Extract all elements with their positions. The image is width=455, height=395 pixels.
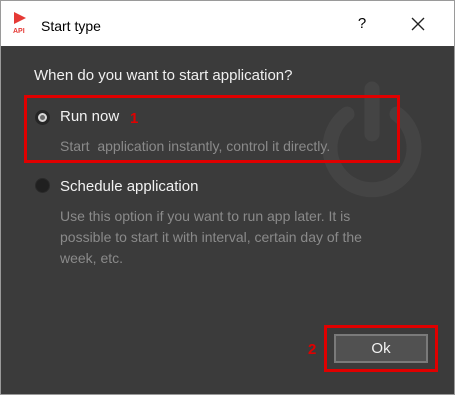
close-icon	[411, 17, 425, 31]
close-button[interactable]	[399, 8, 437, 40]
question-label: When do you want to start application?	[34, 67, 293, 84]
help-button[interactable]: ?	[345, 8, 379, 40]
window-title: Start type	[41, 18, 101, 34]
schedule-description-line-1: Use this option if you want to run app l…	[60, 208, 351, 224]
schedule-label[interactable]: Schedule application	[60, 178, 198, 195]
schedule-radio[interactable]	[35, 178, 50, 193]
schedule-description-line-2: possible to start it with interval, cert…	[60, 229, 362, 245]
highlight-box-2	[324, 325, 438, 372]
annotation-number-1: 1	[130, 110, 139, 127]
api-app-icon: API	[13, 12, 26, 35]
title-bar: API Start type ?	[1, 1, 454, 46]
svg-text:API: API	[13, 28, 25, 35]
schedule-description-line-3: week, etc.	[60, 250, 124, 266]
start-type-dialog: API Start type ? When do you want to sta…	[0, 0, 455, 395]
annotation-number-2: 2	[308, 341, 317, 358]
highlight-box-1	[24, 95, 400, 163]
dialog-content: When do you want to start application? R…	[1, 47, 454, 394]
